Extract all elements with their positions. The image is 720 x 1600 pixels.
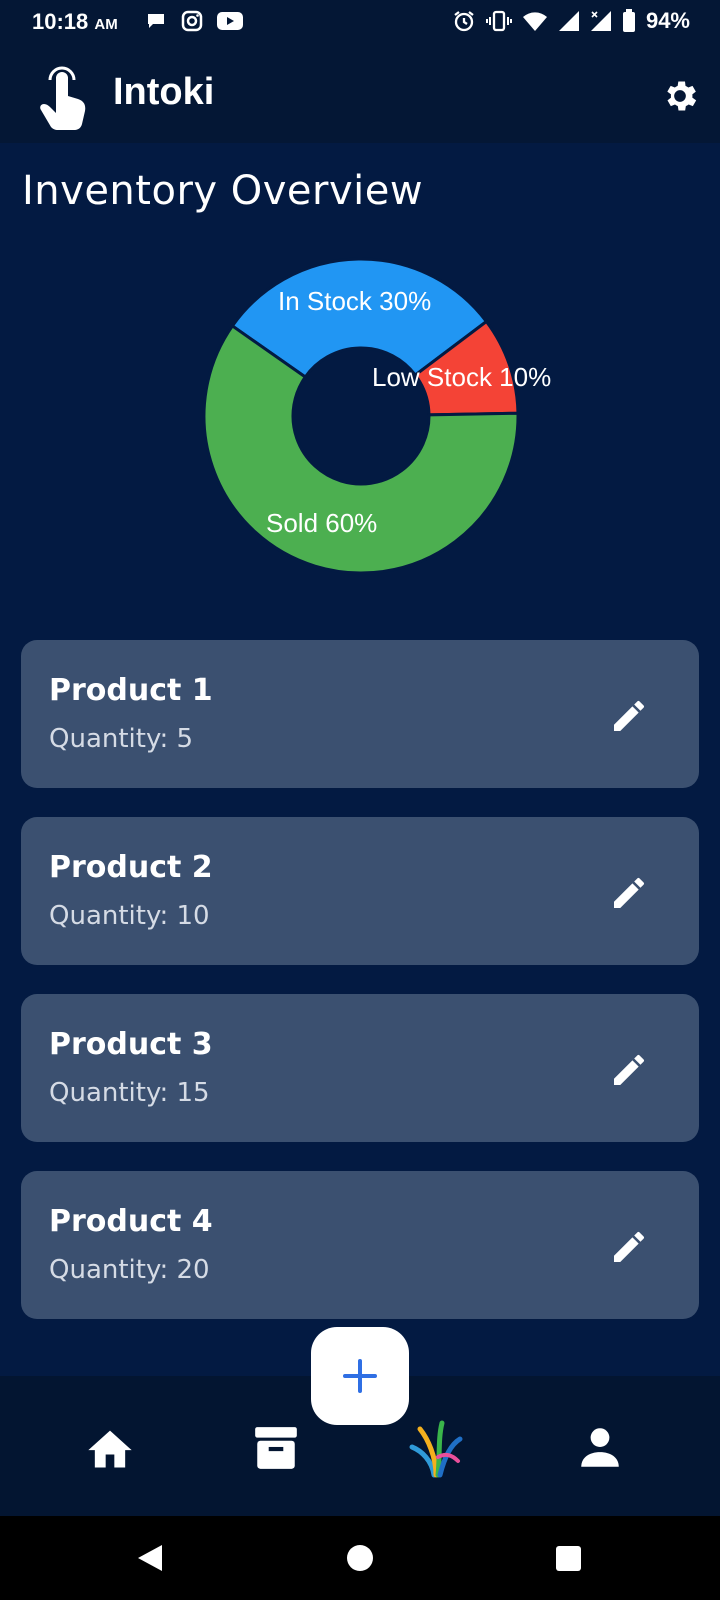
product-quantity: Quantity: 20 xyxy=(49,1255,210,1285)
nav-profile[interactable] xyxy=(572,1420,628,1476)
chart-label-sold: Sold 60% xyxy=(266,508,378,538)
pencil-icon xyxy=(614,1231,644,1262)
product-name: Product 2 xyxy=(49,850,213,885)
edit-button[interactable] xyxy=(609,873,649,913)
nav-app-logo[interactable] xyxy=(408,1420,464,1478)
add-product-button[interactable] xyxy=(311,1327,409,1425)
system-recents-button[interactable] xyxy=(552,1542,584,1574)
product-quantity: Quantity: 5 xyxy=(49,724,194,754)
status-bar: 10:18 AM 94% xyxy=(0,0,720,46)
product-name: Product 4 xyxy=(49,1204,213,1239)
person-icon xyxy=(581,1428,619,1467)
system-navigation-bar xyxy=(0,1516,720,1600)
settings-button[interactable] xyxy=(660,76,700,116)
system-home-button[interactable] xyxy=(344,1542,376,1574)
product-quantity: Quantity: 15 xyxy=(49,1078,210,1108)
touch-hand-icon xyxy=(38,66,90,134)
nav-home[interactable] xyxy=(82,1420,138,1476)
app-title: Intoki xyxy=(113,71,215,113)
signal-icon xyxy=(558,11,579,31)
pencil-icon xyxy=(614,877,644,908)
home-icon xyxy=(88,1430,132,1468)
app-bar: Intoki xyxy=(0,46,720,143)
status-time: 10:18 AM xyxy=(32,9,118,34)
edit-button[interactable] xyxy=(609,1050,649,1090)
wifi-icon xyxy=(522,12,547,31)
archive-icon xyxy=(255,1427,297,1469)
signal-x-icon xyxy=(590,11,611,31)
youtube-icon xyxy=(217,12,243,30)
chart-label-low-stock: Low Stock 10% xyxy=(372,362,552,392)
edit-button[interactable] xyxy=(609,696,649,736)
app-logo-icon xyxy=(409,1420,463,1478)
product-card[interactable]: Product 3 Quantity: 15 xyxy=(21,994,699,1142)
page-title: Inventory Overview xyxy=(22,168,424,214)
gear-icon xyxy=(667,81,697,111)
system-back-button[interactable] xyxy=(134,1542,166,1574)
plus-icon xyxy=(343,1359,377,1393)
alarm-icon xyxy=(454,11,474,32)
instagram-icon xyxy=(181,10,203,32)
product-list: Product 1 Quantity: 5 Product 2 Quantity… xyxy=(21,640,699,1348)
product-name: Product 3 xyxy=(49,1027,213,1062)
home-circle-icon xyxy=(347,1545,373,1571)
vibrate-icon xyxy=(485,10,512,32)
back-triangle-icon xyxy=(138,1545,162,1571)
product-card[interactable]: Product 4 Quantity: 20 xyxy=(21,1171,699,1319)
product-card[interactable]: Product 2 Quantity: 10 xyxy=(21,817,699,965)
recents-square-icon xyxy=(556,1546,581,1571)
product-name: Product 1 xyxy=(49,673,213,708)
nav-archive[interactable] xyxy=(248,1420,304,1476)
pencil-icon xyxy=(614,1054,644,1085)
product-card[interactable]: Product 1 Quantity: 5 xyxy=(21,640,699,788)
edit-button[interactable] xyxy=(609,1227,649,1267)
battery-icon xyxy=(622,9,635,32)
chart-label-in-stock: In Stock 30% xyxy=(278,286,432,316)
battery-level: 94% xyxy=(645,8,690,33)
pencil-icon xyxy=(614,700,644,731)
chat-bubble-icon xyxy=(148,14,164,28)
product-quantity: Quantity: 10 xyxy=(49,901,210,931)
